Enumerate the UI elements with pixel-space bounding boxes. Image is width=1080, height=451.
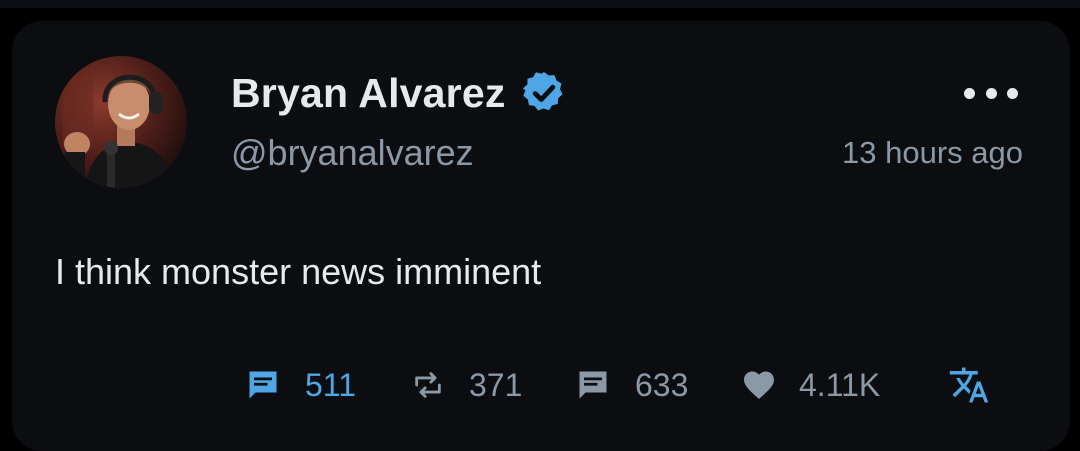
avatar[interactable] bbox=[55, 56, 187, 188]
like-button[interactable]: 4.11K bbox=[741, 362, 880, 408]
heart-icon bbox=[744, 371, 774, 400]
quotes-button[interactable]: 633 bbox=[575, 362, 688, 408]
more-horizontal-icon bbox=[964, 87, 975, 99]
replies-button[interactable]: 511 bbox=[245, 362, 356, 408]
quote-icon bbox=[579, 371, 607, 399]
verified-badge-icon bbox=[522, 72, 562, 111]
more-dot bbox=[1007, 87, 1018, 99]
post-text: I think monster news imminent bbox=[55, 251, 542, 292]
quotes-count: 633 bbox=[635, 367, 689, 403]
likes-count: 4.11K bbox=[799, 367, 881, 403]
more-options-button[interactable] bbox=[964, 78, 1018, 108]
author-row: Bryan Alvarez bbox=[231, 68, 568, 118]
repost-icon bbox=[415, 372, 441, 398]
author-name[interactable]: Bryan Alvarez bbox=[231, 68, 506, 118]
author-handle[interactable]: @bryanalvarez bbox=[231, 131, 474, 175]
reposts-count: 371 bbox=[469, 367, 523, 403]
post-timestamp[interactable]: 13 hours ago bbox=[842, 133, 1023, 173]
comment-icon bbox=[249, 371, 277, 399]
more-dot bbox=[985, 87, 997, 99]
translate-button[interactable] bbox=[948, 362, 990, 408]
avatar-image bbox=[55, 56, 187, 188]
top-divider bbox=[0, 0, 1080, 8]
replies-count: 511 bbox=[305, 367, 357, 403]
repost-button[interactable]: 371 bbox=[411, 362, 522, 408]
translate-icon bbox=[949, 367, 989, 403]
